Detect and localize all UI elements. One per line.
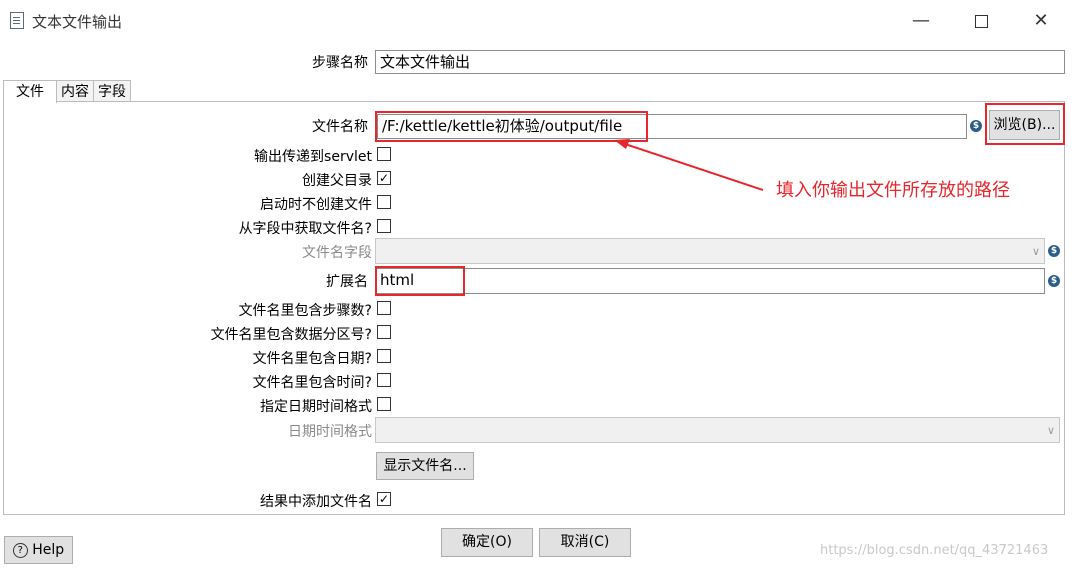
tab-file[interactable]: 文件 — [3, 80, 57, 103]
annotation-arrow — [614, 139, 764, 191]
annotation-text: 填入你输出文件所存放的路径 — [776, 180, 1010, 201]
annotation-arrow-line — [621, 142, 764, 191]
watermark: https://blog.csdn.net/qq_43721463 — [820, 543, 1049, 558]
annotation-arrow-head — [614, 139, 630, 149]
